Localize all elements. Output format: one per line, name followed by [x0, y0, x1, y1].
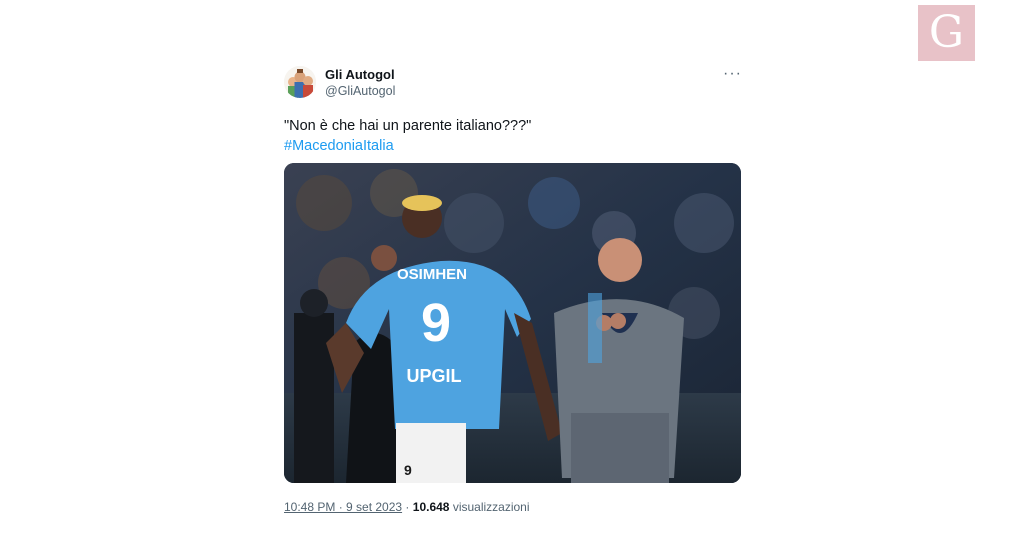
tweet-header: Gli Autogol @GliAutogol ··· [284, 66, 744, 102]
logo-letter: G [928, 7, 965, 58]
hashtag-link[interactable]: #MacedoniaItalia [284, 136, 744, 156]
avatar-illustration [284, 66, 316, 98]
jersey-sponsor: UPGIL [406, 366, 461, 386]
jersey-name: OSIMHEN [397, 266, 467, 283]
tweet-meta: 10:48 PM · 9 set 2023 · 10.648 visualizz… [284, 500, 744, 514]
meta-separator: · [405, 500, 410, 514]
more-options-icon[interactable]: ··· [723, 66, 742, 82]
tweet-photo[interactable]: OSIMHEN 9 UPGIL 9 [284, 163, 741, 483]
views-count: 10.648 [412, 500, 450, 514]
jersey-number: 9 [421, 293, 451, 353]
user-handle[interactable]: @GliAutogol [325, 83, 395, 99]
views-label: visualizzazioni [452, 500, 530, 514]
avatar[interactable] [284, 66, 316, 98]
shorts-number: 9 [404, 462, 412, 478]
tweet-card: Gli Autogol @GliAutogol ··· "Non è che h… [284, 66, 744, 514]
site-logo: G [918, 5, 975, 61]
user-names: Gli Autogol @GliAutogol [325, 67, 395, 99]
photo-illustration: OSIMHEN 9 UPGIL 9 [284, 163, 741, 483]
display-name[interactable]: Gli Autogol [325, 67, 395, 83]
tweet-timestamp[interactable]: 10:48 PM · 9 set 2023 [284, 500, 402, 514]
tweet-text: "Non è che hai un parente italiano???" [284, 118, 532, 134]
